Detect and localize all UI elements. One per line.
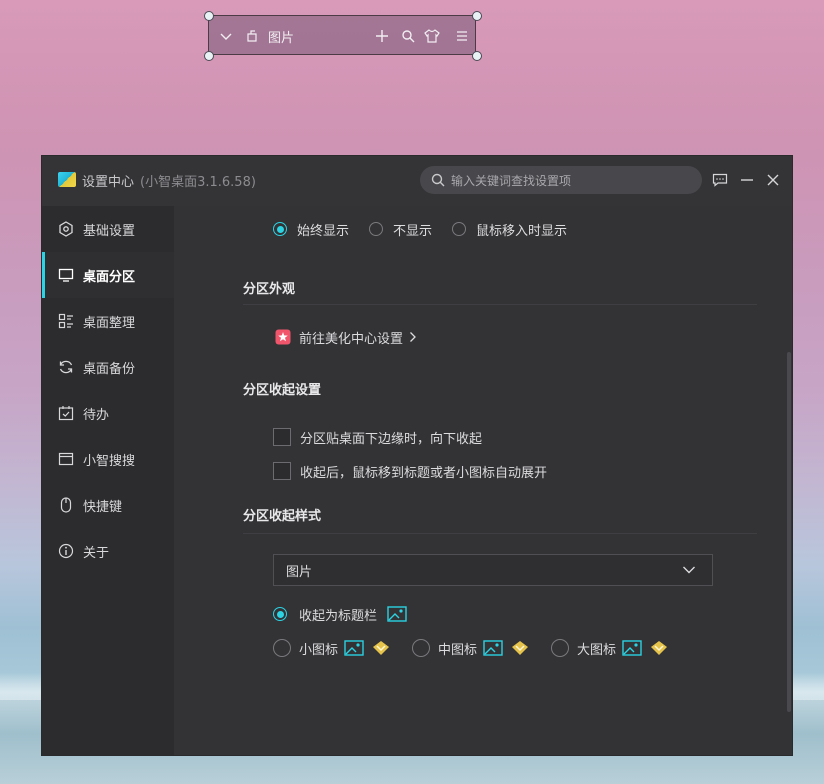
radio-label: 小图标 [299, 642, 339, 658]
divider [243, 533, 757, 534]
calendar-check-icon [57, 404, 75, 422]
collapse-style-titlebar[interactable]: 收起为标题栏 [273, 604, 407, 624]
checkbox[interactable] [273, 428, 291, 446]
radio-label: 鼠标移入时显示 [476, 223, 568, 239]
gear-icon [57, 220, 75, 238]
sidebar-item-basic[interactable]: 基础设置 [42, 206, 174, 252]
sidebar-item-label: 小智搜搜 [83, 453, 136, 469]
premium-gem-icon [650, 640, 668, 656]
chevron-down-icon[interactable] [216, 26, 236, 46]
search-placeholder: 输入关键词查找设置项 [451, 173, 572, 188]
sidebar-item-label: 待办 [83, 407, 110, 423]
radio-label: 始终显示 [297, 223, 350, 239]
radio-label: 大图标 [577, 642, 617, 658]
sidebar-item-hotkeys[interactable]: 快捷键 [42, 482, 174, 528]
close-icon[interactable] [764, 171, 782, 189]
content-scrollbar[interactable] [787, 352, 791, 712]
sidebar-item-label: 桌面整理 [83, 315, 136, 331]
title-bar[interactable]: 设置中心 (小智桌面3.1.6.58) 输入关键词查找设置项 [42, 156, 792, 206]
settings-sidebar: 基础设置 桌面分区 桌面整理 桌面备份 待办 小智搜搜 快捷键 关于 [42, 206, 174, 755]
menu-icon[interactable] [452, 26, 472, 46]
sidebar-item-label: 桌面分区 [83, 269, 136, 285]
beautify-center-link[interactable]: 前往美化中心设置 [275, 327, 417, 347]
app-logo-icon [58, 172, 76, 187]
resize-handle-top-right[interactable] [472, 11, 482, 21]
sidebar-item-search[interactable]: 小智搜搜 [42, 436, 174, 482]
sidebar-item-label: 快捷键 [83, 499, 123, 515]
search-icon [431, 173, 445, 187]
feedback-icon[interactable] [711, 171, 729, 189]
divider [243, 304, 757, 305]
info-icon [57, 542, 75, 560]
sidebar-item-partition[interactable]: 桌面分区 [42, 252, 174, 298]
select-value: 图片 [286, 564, 313, 580]
sidebar-item-label: 桌面备份 [83, 361, 136, 377]
radio-medium-icon[interactable] [412, 639, 431, 657]
beautify-icon [275, 329, 291, 345]
beautify-link-label: 前往美化中心设置 [299, 331, 404, 347]
radio-label: 中图标 [438, 642, 478, 658]
checkbox[interactable] [273, 462, 291, 480]
sidebar-item-about[interactable]: 关于 [42, 528, 174, 574]
sync-icon [57, 358, 75, 376]
window-title: 设置中心 (小智桌面3.1.6.58) [82, 175, 256, 190]
grid-list-icon [57, 312, 75, 330]
resize-handle-bottom-left[interactable] [204, 51, 214, 61]
sidebar-item-label: 关于 [83, 545, 110, 561]
radio-large-icon[interactable] [551, 639, 570, 657]
radio-titlebar[interactable] [273, 607, 287, 621]
premium-gem-icon [511, 640, 529, 656]
search-icon[interactable] [398, 26, 418, 46]
radio-label: 收起为标题栏 [299, 608, 378, 624]
partition-icon [242, 26, 262, 46]
partition-header: 图片 [216, 23, 472, 49]
picture-icon [344, 640, 364, 656]
sidebar-item-backup[interactable]: 桌面备份 [42, 344, 174, 390]
collapse-option-auto-expand[interactable]: 收起后，鼠标移到标题或者小图标自动展开 [273, 461, 547, 481]
section-heading-appearance: 分区外观 [243, 282, 296, 297]
section-heading-collapse-settings: 分区收起设置 [243, 383, 322, 398]
radio-hide[interactable] [369, 222, 384, 236]
mouse-icon [57, 496, 75, 514]
sidebar-item-todo[interactable]: 待办 [42, 390, 174, 436]
checkbox-label: 分区贴桌面下边缘时，向下收起 [300, 431, 483, 447]
radio-always-show[interactable] [273, 222, 287, 236]
picture-icon [483, 640, 503, 656]
chevron-right-icon [409, 331, 417, 343]
collapse-option-bottom-edge[interactable]: 分区贴桌面下边缘时，向下收起 [273, 427, 482, 447]
checkbox-label: 收起后，鼠标移到标题或者小图标自动展开 [300, 465, 548, 481]
chevron-down-icon [682, 565, 696, 575]
picture-icon [387, 606, 407, 622]
sidebar-item-organize[interactable]: 桌面整理 [42, 298, 174, 344]
window-icon [57, 450, 75, 468]
app-version: (小智桌面3.1.6.58) [140, 175, 256, 190]
radio-label: 不显示 [393, 223, 433, 239]
resize-handle-bottom-right[interactable] [472, 51, 482, 61]
settings-search-input[interactable]: 输入关键词查找设置项 [420, 166, 702, 194]
plus-icon[interactable] [372, 26, 392, 46]
section-heading-collapse-style: 分区收起样式 [243, 509, 322, 524]
radio-small-icon[interactable] [273, 639, 291, 657]
shirt-icon[interactable] [422, 26, 442, 46]
sidebar-item-label: 基础设置 [83, 223, 136, 239]
collapse-style-select[interactable]: 图片 [273, 554, 713, 586]
settings-window: 设置中心 (小智桌面3.1.6.58) 输入关键词查找设置项 基础设置 桌面分区… [42, 156, 792, 755]
minimize-icon[interactable] [738, 171, 756, 189]
collapse-style-icons: 小图标 中图标 大图标 [273, 638, 668, 658]
settings-content: 始终显示 不显示 鼠标移入时显示 分区外观 前往美化中心设置 分区收起设置 分区… [174, 206, 792, 755]
partition-title[interactable]: 图片 [268, 27, 294, 46]
picture-icon [622, 640, 642, 656]
monitor-icon [57, 266, 75, 284]
display-mode-group: 始终显示 不显示 鼠标移入时显示 [273, 219, 567, 239]
radio-show-on-hover[interactable] [452, 222, 467, 236]
premium-gem-icon [372, 640, 390, 656]
resize-handle-top-left[interactable] [204, 11, 214, 21]
